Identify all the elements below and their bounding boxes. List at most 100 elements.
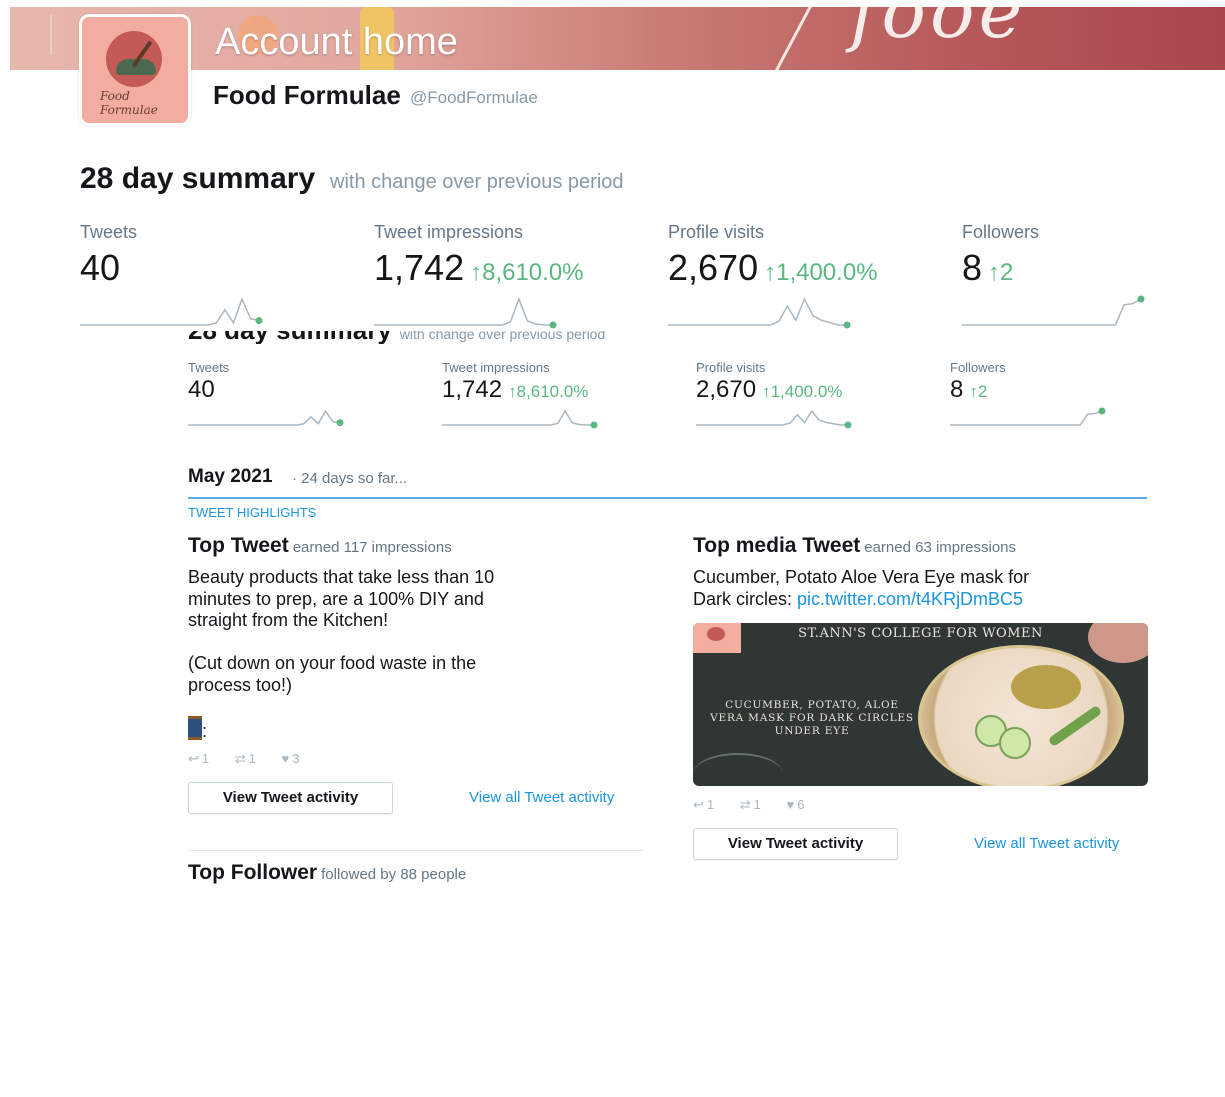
like-count: 6 [797,797,805,812]
retweet-count: 1 [248,751,256,766]
stat-label: Profile visits [696,360,766,375]
stat-value: 2,670 [668,247,759,288]
stat-followers-small: Followers 8 ↑2 [950,360,1006,404]
banner-script-lettering: fooe [850,7,1027,55]
summary-title: 28 day summary [80,162,316,195]
sparkline-tweet-impressions-small [442,409,598,429]
stat-value: 1,742 [374,247,465,288]
stat-value: 2,670 [696,376,757,403]
stat-profile-visits-small: Profile visits 2,670 ↑1,400.0% [696,360,842,404]
stat-value: 40 [80,247,121,288]
sparkline-end-dot [843,321,851,329]
sparkline-line [80,296,260,326]
sparkline-line [696,409,848,426]
top-media-earned: earned 63 impressions [864,539,1017,556]
page-title: Account home [215,21,458,63]
top-tweet-engagement: ↩ 1 ⇄ 1 ♥ 3 [188,751,321,767]
reply-count: 1 [706,797,715,812]
stat-change: ↑1,400.0% [764,259,878,286]
tweet-line-blank [188,632,628,654]
tweet-line: Beauty products that take less than 10 [188,567,495,587]
sparkline-end-dot [255,317,263,325]
sparkline-line [188,409,341,426]
view-all-tweet-activity-link[interactable]: View all Tweet activity [469,789,614,806]
stat-value: 8 [962,247,983,288]
tweet-line: process too!) [188,674,293,695]
heart-icon: ♥ [281,751,290,766]
media-potato [1011,665,1081,709]
top-tweet-title: Top Tweet earned 117 impressions [188,534,452,558]
ghost-summary-subtitle: with change over previous period [399,331,606,342]
section-divider [188,497,1147,499]
stat-change: ↑2 [969,382,988,401]
top-tweet-heading: Top Tweet [188,534,289,557]
tweet-line: straight from the Kitchen! [188,610,389,630]
stat-value: 40 [188,376,215,403]
sparkline-line [442,409,594,426]
stat-value: 8 [950,376,964,403]
sparkline-end-dot [844,421,852,429]
media-college-text: ST.ANN'S COLLEGE FOR WOMEN [798,626,1043,641]
top-follower-heading: Top Follower [188,861,318,884]
avatar[interactable]: Food Formulae [79,14,191,126]
overlapped-summary-heading: 28 day summary with change over previous … [188,331,688,344]
reply-count: 1 [201,751,210,766]
top-media-engagement: ↩ 1 ⇄ 1 ♥ 6 [693,797,826,813]
sparkline-end-dot [336,419,344,427]
view-all-media-tweet-activity-link[interactable]: View all Tweet activity [974,835,1119,852]
stat-label: Tweet impressions [442,360,550,375]
sparkline-tweet-impressions [374,296,557,329]
stat-profile-visits: Profile visits 2,670 ↑1,400.0% [668,222,878,289]
account-handle[interactable]: @FoodFormulae [410,88,538,108]
top-tweet-text[interactable]: Beauty products that take less than 10 m… [188,567,628,696]
emoji-suffix: : [202,721,208,741]
media-wave-decoration [693,753,783,786]
top-follower-title: Top Follower followed by 88 people [188,861,466,885]
stat-label: Profile visits [668,222,765,242]
media-caption: CUCUMBER, POTATO, ALOE VERA MASK FOR DAR… [710,699,914,737]
stat-change: ↑2 [988,259,1014,286]
media-tweet-link[interactable]: pic.twitter.com/t4KRjDmBC5 [797,589,1023,609]
like-count: 3 [292,751,300,766]
top-media-tweet-title: Top media Tweet earned 63 impressions [693,534,1016,558]
stat-label: Followers [950,360,1006,375]
reply-icon: ↩ [693,797,704,812]
stat-label: Tweets [188,360,230,375]
month-note: · 24 days so far... [292,470,408,487]
sparkline-end-dot [1098,407,1106,415]
retweet-icon: ⇄ [234,751,246,766]
tweet-line: (Cut down on your food waste in the [188,653,477,673]
stat-change: ↑8,610.0% [508,382,589,401]
stat-change: ↑1,400.0% [762,382,843,401]
stat-label: Tweet impressions [374,222,524,242]
media-image[interactable]: ST.ANN'S COLLEGE FOR WOMEN CUCUMBER, POT… [693,623,1148,786]
ghost-summary-title: 28 day summary [188,331,392,344]
top-media-tweet-text[interactable]: Cucumber, Potato Aloe Vera Eye mask for … [693,567,1153,610]
avatar-signature: Food Formulae [100,89,158,117]
view-tweet-activity-button[interactable]: View Tweet activity [188,782,393,814]
stat-tweet-impressions-small: Tweet impressions 1,742 ↑8,610.0% [442,360,588,404]
tweet-line: minutes to prep, are a 100% DIY and [188,588,484,609]
retweet-count: 1 [753,797,761,812]
heart-icon: ♥ [786,797,795,812]
media-cucumber-slice [999,727,1031,759]
sparkline-followers-small [950,407,1106,426]
reply-icon: ↩ [188,751,199,766]
sparkline-profile-visits-small [696,409,852,429]
sparkline-followers [962,295,1145,326]
follower-divider [188,850,643,851]
stat-tweets-small: Tweets 40 [188,360,229,404]
sparkline-end-dot [1137,295,1145,303]
account-name[interactable]: Food Formulae [213,80,401,111]
top-media-heading: Top media Tweet [693,534,861,557]
sparkline-line [950,410,1103,426]
top-follower-note: followed by 88 people [321,866,467,883]
month-label: May 2021 [188,466,273,487]
sparkline-end-dot [549,321,557,329]
retweet-icon: ⇄ [739,797,751,812]
thread-spool-icon [188,716,202,740]
view-media-tweet-activity-button[interactable]: View Tweet activity [693,828,898,860]
stat-label: Followers [962,222,1040,242]
banner-stroke [764,7,819,70]
sparkline-line [668,297,847,326]
